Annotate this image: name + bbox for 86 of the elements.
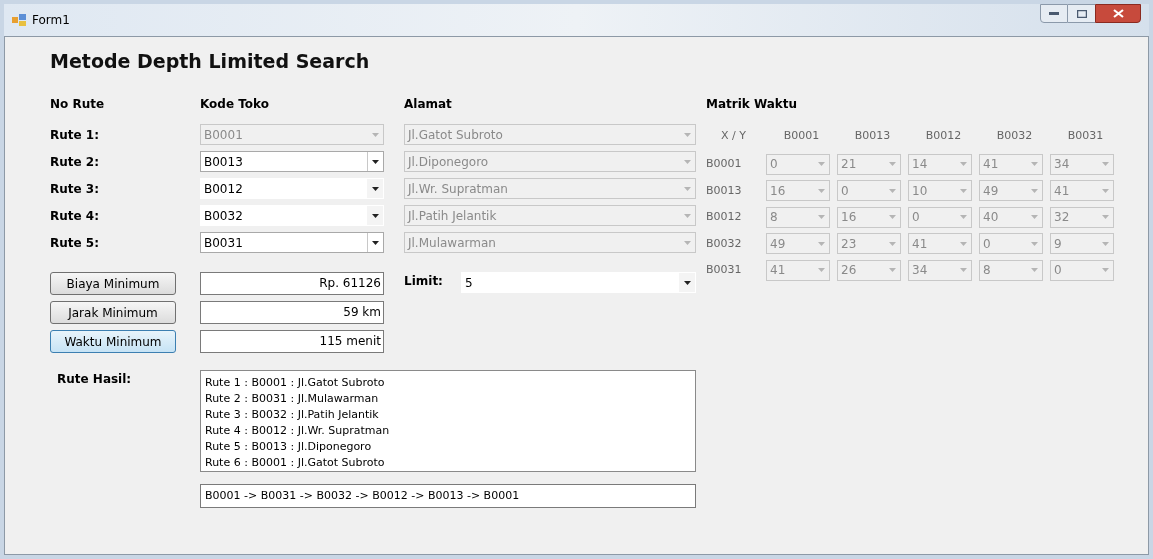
- form-heading: Metode Depth Limited Search: [50, 49, 371, 74]
- matrix-row-header: B0001: [706, 156, 743, 172]
- column-header: No Rute: [50, 96, 106, 113]
- dropdown-caret-icon: [371, 213, 379, 218]
- route-result-line: Rute 2 : B0031 : Jl.Mulawarman: [205, 391, 380, 407]
- route-label: Rute 2:: [50, 153, 100, 171]
- dropdown-caret-icon: [1030, 268, 1038, 273]
- matrix-row-header: B0031: [706, 262, 743, 278]
- dropdown-caret-icon: [817, 268, 825, 273]
- matrix-column-header: B0032: [995, 127, 1034, 144]
- dropdown-caret-icon: [817, 215, 825, 220]
- store-code-dropdown[interactable]: B0031: [200, 232, 384, 253]
- result-field[interactable]: Rp. 61126: [200, 272, 384, 295]
- dropdown-caret-icon: [683, 132, 691, 137]
- close-button[interactable]: [1095, 4, 1141, 23]
- dropdown-caret-icon: [1101, 162, 1109, 167]
- dropdown-caret-icon: [372, 159, 379, 164]
- result-field[interactable]: 115 menit: [200, 330, 384, 353]
- maximize-button[interactable]: [1068, 4, 1095, 23]
- route-label: Rute 5:: [50, 234, 100, 252]
- matrix-corner-label: X / Y: [720, 127, 747, 144]
- dropdown-caret-icon: [888, 162, 896, 167]
- route-result-line: Rute 6 : B0001 : Jl.Gatot Subroto: [205, 455, 386, 471]
- minimum-button[interactable]: Waktu Minimum: [50, 330, 176, 353]
- dropdown-caret-icon: [683, 186, 691, 191]
- column-header: Alamat: [404, 96, 453, 113]
- route-result-list[interactable]: Rute 1 : B0001 : Jl.Gatot Subroto Rute 2 : B0031 : Jl.Mulawarman Rute 3 : B0032 : Jl.Patih Jelantik Rute 4 : B0012 : Jl.Wr. Supratman Rute 5 : B0013 : Jl.Diponegoro Rute 6 : B0001 : Jl.Gatot Subroto: [200, 370, 696, 472]
- matrix-column-header: B0031: [1066, 127, 1105, 144]
- route-path-field[interactable]: B0001 -> B0031 -> B0032 -> B0012 -> B0013 -> B0001: [200, 484, 696, 508]
- store-code-dropdown[interactable]: B0013: [200, 151, 384, 172]
- store-code-dropdown[interactable]: B0032: [200, 205, 384, 226]
- minimize-icon: [1049, 11, 1059, 16]
- column-header: Kode Toko: [200, 96, 270, 113]
- dropdown-caret-icon: [959, 268, 967, 273]
- minimum-button[interactable]: Jarak Minimum: [50, 301, 176, 324]
- dropdown-caret-icon: [888, 188, 896, 193]
- dropdown-caret-icon: [817, 162, 825, 167]
- limit-dropdown[interactable]: 5: [461, 272, 696, 293]
- matrix-column-header: B0001: [782, 127, 821, 144]
- minimum-button[interactable]: Biaya Minimum: [50, 272, 176, 295]
- dropdown-caret-icon: [959, 188, 967, 193]
- matrix-row-header: B0012: [706, 209, 743, 225]
- dropdown-caret-icon: [959, 215, 967, 220]
- result-field[interactable]: 59 km: [200, 301, 384, 324]
- limit-label: Limit:: [404, 273, 444, 290]
- result-route-label: Rute Hasil:: [56, 371, 133, 388]
- dropdown-caret-icon: [1101, 241, 1109, 246]
- dropdown-caret-icon: [371, 132, 379, 137]
- app-icon: [12, 14, 26, 26]
- route-result-line: Rute 5 : B0013 : Jl.Diponegoro: [205, 439, 373, 455]
- route-result-line: Rute 4 : B0012 : Jl.Wr. Supratman: [205, 423, 391, 439]
- close-icon: [1112, 9, 1124, 18]
- matrix-title: Matrik Waktu: [706, 96, 799, 113]
- matrix-column-header: B0013: [853, 127, 892, 144]
- maximize-icon: [1076, 9, 1087, 18]
- dropdown-caret-icon: [371, 186, 379, 191]
- dropdown-caret-icon: [959, 162, 967, 167]
- dropdown-caret-icon: [683, 280, 691, 285]
- dropdown-caret-icon: [1101, 268, 1109, 273]
- dropdown-caret-icon: [1030, 215, 1038, 220]
- dropdown-caret-icon: [1030, 241, 1038, 246]
- dropdown-caret-icon: [1030, 188, 1038, 193]
- dropdown-caret-icon: [959, 241, 967, 246]
- dropdown-caret-icon: [817, 188, 825, 193]
- route-result-line: Rute 1 : B0001 : Jl.Gatot Subroto: [205, 375, 386, 391]
- route-result-line: Rute 3 : B0032 : Jl.Patih Jelantik: [205, 407, 380, 423]
- dropdown-caret-icon: [888, 241, 896, 246]
- route-label: Rute 3:: [50, 180, 100, 198]
- dropdown-caret-icon: [888, 215, 896, 220]
- matrix-row-header: B0032: [706, 235, 743, 252]
- dropdown-caret-icon: [817, 241, 825, 246]
- route-label: Rute 4:: [50, 207, 100, 225]
- window-title: Form1: [32, 12, 70, 29]
- dropdown-caret-icon: [1030, 162, 1038, 167]
- dropdown-caret-icon: [683, 240, 691, 245]
- matrix-row-header: B0013: [706, 182, 743, 199]
- route-label: Rute 1:: [50, 126, 100, 144]
- dropdown-caret-icon: [683, 213, 691, 218]
- minimize-button[interactable]: [1040, 4, 1068, 23]
- store-code-dropdown[interactable]: B0012: [200, 178, 384, 199]
- dropdown-caret-icon: [1101, 188, 1109, 193]
- dropdown-caret-icon: [372, 240, 379, 245]
- dropdown-caret-icon: [1101, 215, 1109, 220]
- dropdown-caret-icon: [888, 268, 896, 273]
- dropdown-caret-icon: [683, 159, 691, 164]
- matrix-column-header: B0012: [924, 127, 963, 144]
